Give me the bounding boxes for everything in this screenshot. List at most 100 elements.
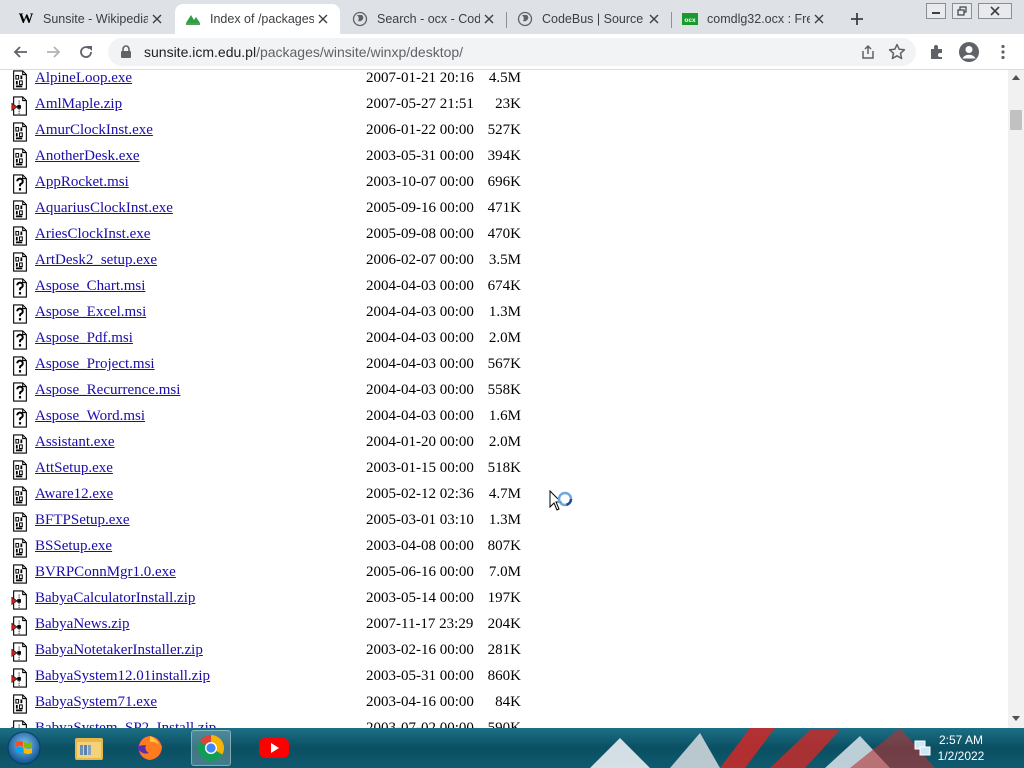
tab-title: Sunsite - Wikipedia bbox=[43, 12, 148, 26]
desktop-wallpaper-fragment bbox=[590, 728, 935, 768]
tab-close-icon[interactable] bbox=[314, 10, 332, 28]
puzzle-icon bbox=[931, 45, 942, 59]
share-icon[interactable] bbox=[860, 44, 876, 65]
file-link[interactable]: AquariusClockInst.exe bbox=[35, 200, 173, 217]
file-link[interactable]: BabyaSystem12.01install.zip bbox=[35, 668, 210, 685]
unknown-file-icon bbox=[13, 174, 27, 194]
file-date: 2004-04-03 00:00 bbox=[366, 408, 474, 424]
wikipedia-icon: W bbox=[18, 10, 34, 27]
profile-button[interactable] bbox=[956, 39, 982, 65]
youtube-taskbar-button[interactable] bbox=[254, 730, 294, 766]
file-explorer-taskbar-button[interactable] bbox=[69, 730, 109, 766]
file-row: AmurClockInst.exe 2006-01-22 00:00 527K bbox=[0, 118, 1000, 144]
file-row: BabyaSystem12.01install.zip 2003-05-31 00… bbox=[0, 664, 1000, 690]
file-link[interactable]: BSSetup.exe bbox=[35, 538, 112, 555]
clock-time: 2:57 AM bbox=[938, 733, 984, 747]
bookmark-star-icon[interactable] bbox=[888, 43, 906, 66]
file-link[interactable]: BFTPSetup.exe bbox=[35, 512, 130, 529]
firefox-taskbar-button[interactable] bbox=[130, 730, 170, 766]
file-row: AppRocket.msi 2003-10-07 00:00 696K bbox=[0, 170, 1000, 196]
unknown-file-icon bbox=[13, 304, 27, 324]
file-link[interactable]: BVRPConnMgr1.0.exe bbox=[35, 564, 176, 581]
file-date: 2003-04-08 00:00 bbox=[366, 538, 474, 554]
scrollbar-thumb[interactable] bbox=[1010, 110, 1022, 130]
tab-codebus[interactable]: CodeBus | Source bbox=[507, 4, 672, 34]
avatar-icon bbox=[959, 42, 979, 62]
tab-sunsite-wikipedia[interactable]: W Sunsite - Wikipedia bbox=[8, 4, 174, 34]
file-link[interactable]: AlpineLoop.exe bbox=[35, 70, 132, 87]
back-button[interactable] bbox=[8, 39, 34, 65]
chrome-taskbar-button[interactable] bbox=[191, 730, 231, 766]
binary-file-icon bbox=[13, 538, 27, 558]
new-tab-button[interactable] bbox=[845, 7, 869, 31]
file-size: 7.0M bbox=[488, 564, 521, 580]
file-date: 2003-05-31 00:00 bbox=[366, 668, 474, 684]
file-link[interactable]: BabyaNews.zip bbox=[35, 616, 130, 633]
file-link[interactable]: AppRocket.msi bbox=[35, 174, 129, 191]
tab-close-icon[interactable] bbox=[810, 10, 828, 28]
file-date: 2007-11-17 23:29 bbox=[366, 616, 474, 632]
tab-title: comdlg32.ocx : Fre bbox=[707, 12, 810, 26]
file-date: 2005-03-01 03:10 bbox=[366, 512, 474, 528]
file-link[interactable]: Aspose_Chart.msi bbox=[35, 278, 145, 295]
file-link[interactable]: Aspose_Word.msi bbox=[35, 408, 145, 425]
file-link[interactable]: AmurClockInst.exe bbox=[35, 122, 153, 139]
file-link[interactable]: ArtDesk2_setup.exe bbox=[35, 252, 157, 269]
file-link[interactable]: Aware12.exe bbox=[35, 486, 113, 503]
tab-close-icon[interactable] bbox=[645, 10, 663, 28]
windows-start-button[interactable] bbox=[4, 730, 44, 766]
file-row: AmlMaple.zip 2007-05-27 21:51 23K bbox=[0, 92, 1000, 118]
file-link[interactable]: BabyaSystem71.exe bbox=[35, 694, 157, 711]
tab-comdlg32-ocx[interactable]: ocx comdlg32.ocx : Fre bbox=[672, 4, 836, 34]
system-clock[interactable]: 2:57 AM 1/2/2022 bbox=[926, 732, 996, 764]
vertical-scrollbar[interactable] bbox=[1008, 70, 1024, 728]
binary-file-icon bbox=[13, 70, 27, 90]
file-size: 590K bbox=[487, 720, 521, 728]
file-size: 567K bbox=[487, 356, 521, 372]
restore-button[interactable] bbox=[952, 3, 972, 19]
file-row: AriesClockInst.exe 2005-09-08 00:00 470K bbox=[0, 222, 1000, 248]
file-link[interactable]: Aspose_Project.msi bbox=[35, 356, 155, 373]
tab-title: CodeBus | Source bbox=[542, 12, 644, 26]
close-window-button[interactable] bbox=[978, 3, 1012, 19]
file-row: BFTPSetup.exe 2005-03-01 03:10 1.3M bbox=[0, 508, 1000, 534]
file-link[interactable]: Aspose_Pdf.msi bbox=[35, 330, 133, 347]
file-size: 470K bbox=[487, 226, 521, 242]
url-path: /packages/winsite/winxp/desktop/ bbox=[256, 44, 464, 60]
file-link[interactable]: AnotherDesk.exe bbox=[35, 148, 140, 165]
file-explorer-icon bbox=[75, 738, 103, 760]
file-link[interactable]: AriesClockInst.exe bbox=[35, 226, 150, 243]
file-date: 2005-06-16 00:00 bbox=[366, 564, 474, 580]
extensions-button[interactable] bbox=[924, 39, 950, 65]
address-bar[interactable]: sunsite.icm.edu.pl/packages/winsite/winx… bbox=[108, 38, 916, 66]
tab-close-icon[interactable] bbox=[480, 10, 498, 28]
file-link[interactable]: Assistant.exe bbox=[35, 434, 115, 451]
reload-button[interactable] bbox=[73, 39, 99, 65]
file-link[interactable]: Aspose_Excel.msi bbox=[35, 304, 146, 321]
file-size: 1.3M bbox=[488, 512, 521, 528]
unknown-file-icon bbox=[13, 330, 27, 350]
forward-button[interactable] bbox=[40, 39, 66, 65]
busy-cursor-icon bbox=[549, 490, 573, 511]
tab-search-ocx[interactable]: Search - ocx - Cod bbox=[342, 4, 507, 34]
menu-button[interactable] bbox=[990, 39, 1016, 65]
file-size: 2.0M bbox=[488, 330, 521, 346]
tab-close-icon[interactable] bbox=[148, 10, 166, 28]
scroll-up-arrow-icon[interactable] bbox=[1011, 74, 1021, 82]
scroll-down-arrow-icon[interactable] bbox=[1011, 716, 1021, 724]
file-date: 2005-09-08 00:00 bbox=[366, 226, 474, 242]
file-date: 2003-10-07 00:00 bbox=[366, 174, 474, 190]
file-link[interactable]: BabyaNotetakerInstaller.zip bbox=[35, 642, 203, 659]
directory-listing: AlpineLoop.exe 2007-01-21 20:16 4.5M AmlMa… bbox=[0, 70, 1000, 728]
file-link[interactable]: Aspose_Recurrence.msi bbox=[35, 382, 180, 399]
file-link[interactable]: AmlMaple.zip bbox=[35, 96, 122, 113]
file-link[interactable]: AttSetup.exe bbox=[35, 460, 113, 477]
file-date: 2007-01-21 20:16 bbox=[366, 70, 474, 86]
windows-taskbar: 2:57 AM 1/2/2022 bbox=[0, 728, 1024, 768]
lock-icon[interactable] bbox=[120, 45, 136, 59]
file-link[interactable]: BabyaCalculatorInstall.zip bbox=[35, 590, 195, 607]
minimize-button[interactable] bbox=[926, 3, 946, 19]
tab-title: Index of /packages bbox=[210, 12, 314, 26]
file-link[interactable]: BabyaSystem_SP2_Install.zip bbox=[35, 720, 216, 728]
tab-index-of-packages[interactable]: Index of /packages bbox=[175, 4, 340, 34]
